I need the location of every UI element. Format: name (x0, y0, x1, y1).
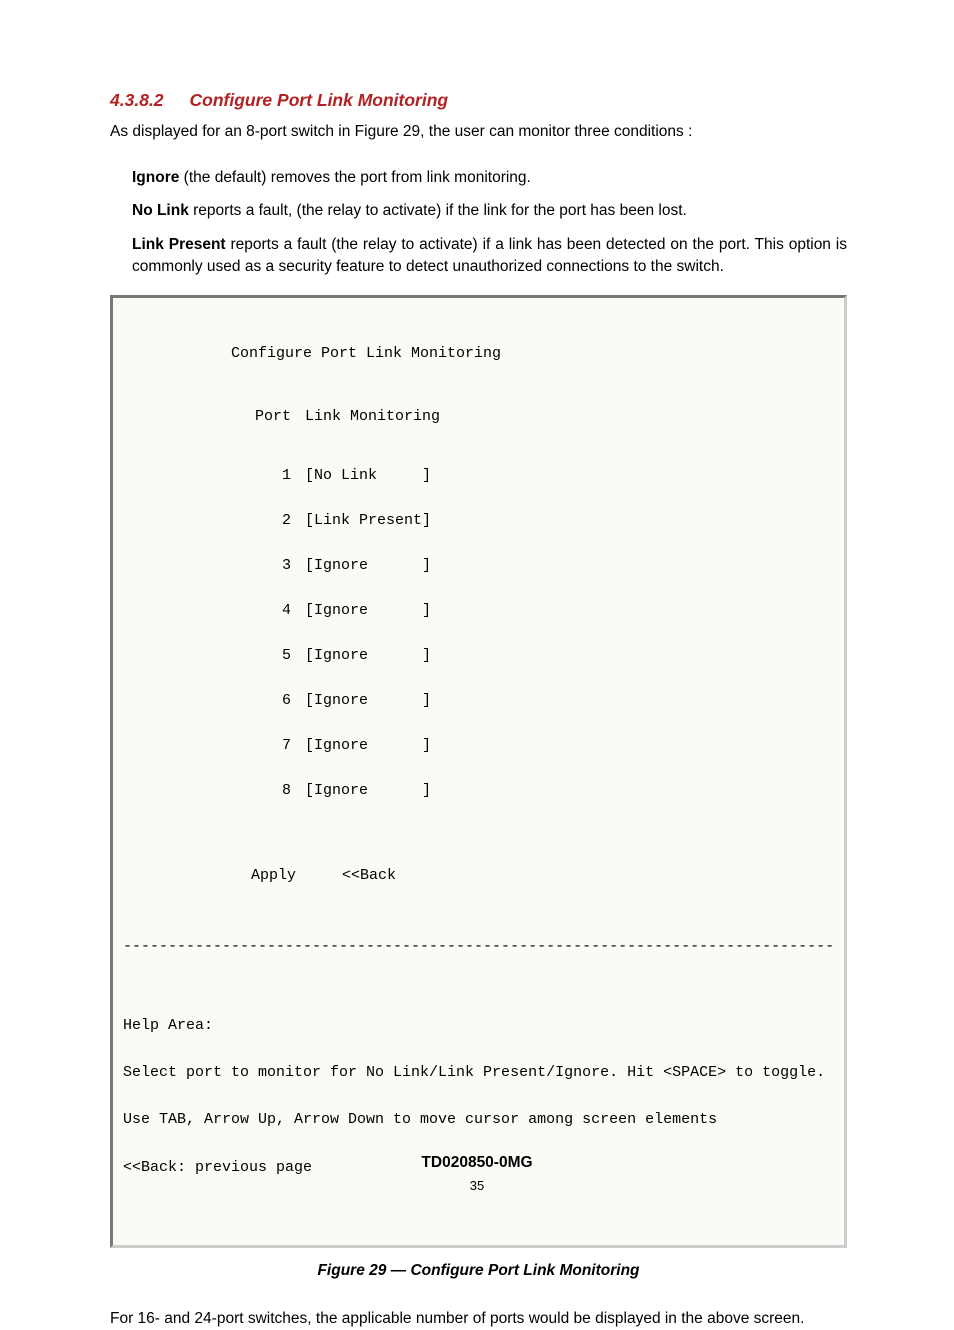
help-line-1: Select port to monitor for No Link/Link … (123, 1065, 834, 1081)
port-row-8[interactable]: 8 [Ignore ] (231, 783, 834, 798)
term-link-present: Link Present (132, 236, 226, 253)
port-row-3[interactable]: 3 [Ignore ] (231, 558, 834, 573)
terminal-title: Configure Port Link Monitoring (231, 346, 834, 361)
port-row-1[interactable]: 1 [No Link ] (231, 468, 834, 483)
section-number: 4.3.8.2 (110, 90, 164, 111)
port-number: 8 (231, 783, 291, 798)
port-mode[interactable]: [Ignore ] (305, 737, 431, 754)
port-mode[interactable]: [Link Present] (305, 512, 431, 529)
port-number: 2 (231, 513, 291, 528)
terminal-screenshot: Configure Port Link Monitoring Port Link … (110, 295, 847, 1248)
port-mode[interactable]: [Ignore ] (305, 647, 431, 664)
term-ignore: Ignore (132, 169, 179, 186)
column-mode: Link Monitoring (305, 408, 440, 425)
port-mode[interactable]: [Ignore ] (305, 782, 431, 799)
port-number: 3 (231, 558, 291, 573)
column-port: Port (231, 409, 291, 424)
definition-list: Ignore (the default) removes the port fr… (132, 167, 847, 278)
port-row-4[interactable]: 4 [Ignore ] (231, 603, 834, 618)
terminal-actions: Apply <<Back (251, 868, 834, 883)
page-footer: TD020850-0MG 35 (0, 1154, 954, 1193)
figure-caption: Figure 29 — Configure Port Link Monitori… (110, 1262, 847, 1280)
port-row-2[interactable]: 2 [Link Present] (231, 513, 834, 528)
port-number: 5 (231, 648, 291, 663)
port-number: 4 (231, 603, 291, 618)
desc-ignore: (the default) removes the port from link… (179, 169, 530, 186)
port-mode[interactable]: [Ignore ] (305, 557, 431, 574)
port-row-5[interactable]: 5 [Ignore ] (231, 648, 834, 663)
intro-paragraph: As displayed for an 8-port switch in Fig… (110, 121, 847, 143)
desc-link-present: reports a fault (the relay to activate) … (132, 236, 847, 275)
apply-button[interactable]: Apply (251, 868, 296, 883)
definition-no-link: No Link reports a fault, (the relay to a… (132, 200, 847, 222)
desc-no-link: reports a fault, (the relay to activate)… (189, 202, 687, 219)
port-mode[interactable]: [No Link ] (305, 467, 431, 484)
terminal-column-headers: Port Link Monitoring (231, 409, 834, 424)
port-mode[interactable]: [Ignore ] (305, 692, 431, 709)
port-number: 7 (231, 738, 291, 753)
term-no-link: No Link (132, 202, 189, 219)
section-title: Configure Port Link Monitoring (190, 90, 449, 110)
port-number: 1 (231, 468, 291, 483)
definition-link-present: Link Present reports a fault (the relay … (132, 234, 847, 277)
help-label: Help Area: (123, 1018, 834, 1034)
footer-page-number: 35 (0, 1178, 954, 1193)
port-row-6[interactable]: 6 [Ignore ] (231, 693, 834, 708)
definition-ignore: Ignore (the default) removes the port fr… (132, 167, 847, 189)
back-button[interactable]: <<Back (342, 867, 396, 884)
after-note: For 16- and 24-port switches, the applic… (110, 1308, 847, 1330)
port-mode[interactable]: [Ignore ] (305, 602, 431, 619)
help-line-2: Use TAB, Arrow Up, Arrow Down to move cu… (123, 1112, 834, 1128)
port-number: 6 (231, 693, 291, 708)
terminal-divider: ----------------------------------------… (123, 939, 834, 954)
footer-doc-id: TD020850-0MG (0, 1154, 954, 1172)
section-heading: 4.3.8.2 Configure Port Link Monitoring (110, 90, 847, 111)
port-row-7[interactable]: 7 [Ignore ] (231, 738, 834, 753)
